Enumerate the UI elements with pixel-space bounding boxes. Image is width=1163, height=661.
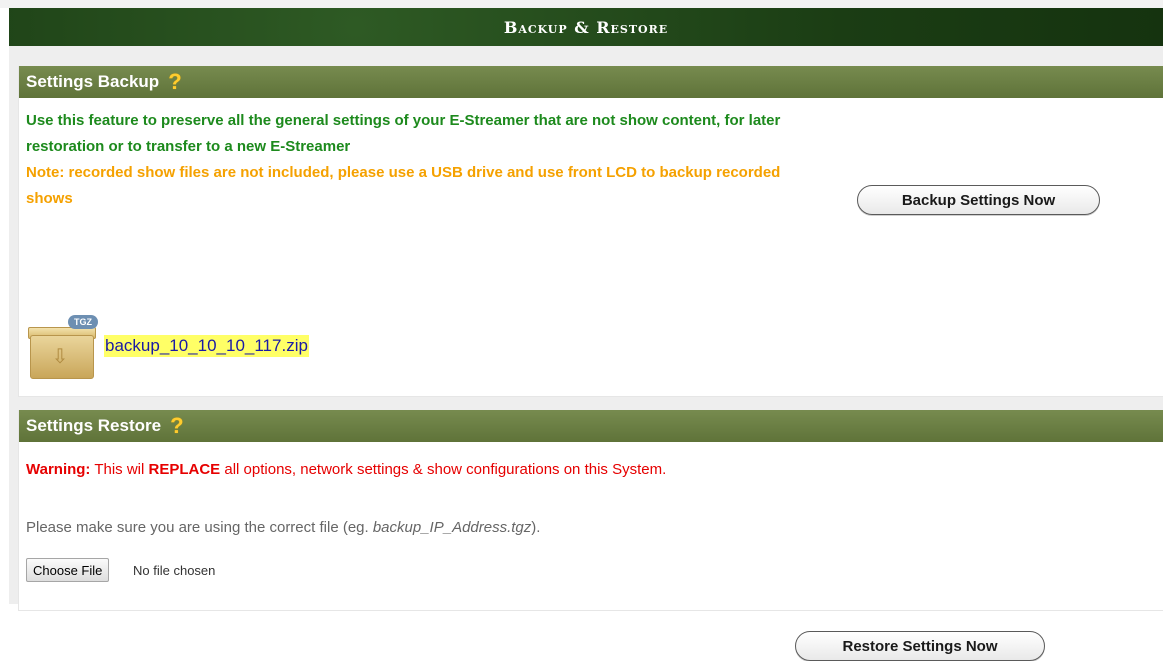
content-area: Settings Backup ? Use this feature to pr… [9, 46, 1163, 661]
info-text-post: ). [531, 519, 541, 536]
warning-replace: REPLACE [148, 461, 221, 478]
backup-file-name[interactable]: backup_10_10_10_117.zip [104, 335, 309, 357]
restore-warning: Warning: This wil REPLACE all options, n… [26, 461, 666, 478]
tgz-archive-icon: ⇩ TGZ [28, 313, 98, 379]
restore-section-header: Settings Restore ? [19, 410, 1163, 442]
info-example-filename: backup_IP_Address.tgz [372, 519, 532, 536]
backup-section-header: Settings Backup ? [19, 66, 1163, 98]
backup-settings-button[interactable]: Backup Settings Now [857, 185, 1100, 215]
info-text-pre: Please make sure you are using the corre… [26, 519, 373, 536]
restore-section: Settings Restore ? Warning: This wil REP… [18, 410, 1163, 661]
warning-text-pre: This wil [90, 461, 149, 478]
restore-info: Please make sure you are using the corre… [26, 519, 540, 536]
page-title: Backup & Restore [503, 17, 669, 37]
backup-section-title: Settings Backup [26, 72, 160, 91]
backup-description: Use this feature to preserve all the gen… [26, 112, 781, 155]
warning-text-post: all options, network settings & show con… [220, 461, 667, 478]
title-bar: Backup & Restore [9, 8, 1163, 46]
tgz-badge: TGZ [68, 315, 98, 329]
backup-section: Settings Backup ? Use this feature to pr… [18, 66, 1163, 397]
backup-file-link[interactable]: ⇩ TGZ backup_10_10_10_117.zip [28, 311, 309, 381]
help-icon[interactable]: ? [168, 71, 181, 93]
backup-note: Note: recorded show files are not includ… [26, 164, 781, 207]
choose-file-button[interactable]: Choose File [26, 558, 110, 582]
restore-section-title: Settings Restore [26, 416, 162, 435]
restore-settings-button[interactable]: Restore Settings Now [795, 631, 1045, 661]
warning-label: Warning: [26, 461, 91, 478]
down-arrow-icon: ⇩ [51, 346, 69, 368]
top-strip [0, 0, 1163, 8]
help-icon[interactable]: ? [170, 415, 183, 437]
no-file-chosen-text: No file chosen [133, 563, 216, 578]
